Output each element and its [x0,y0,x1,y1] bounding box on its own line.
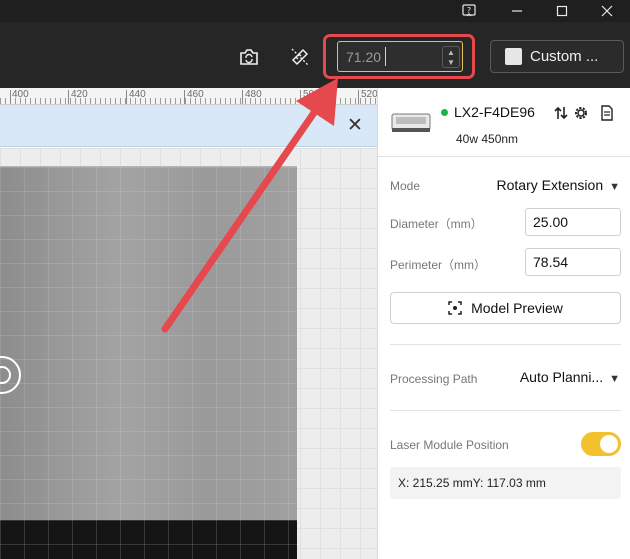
diameter-field[interactable] [525,208,621,236]
custom-material-button[interactable]: Custom ... [490,40,624,73]
laser-position-toggle[interactable] [581,432,621,456]
diameter-label: Diameter（mm） [390,217,483,231]
x-position: X: 215.25 mm [398,476,473,490]
ruler-major-tick [10,90,11,104]
ruler-major-tick [358,90,359,104]
chevron-down-icon: ▼ [609,181,620,193]
number-input[interactable]: ▲ ▼ [337,41,463,72]
processing-path-value: Auto Planni... [519,369,604,385]
material-swatch-icon [505,48,522,65]
document-icon[interactable] [598,104,616,122]
ruler-major-tick [68,90,69,104]
processing-path-label: Processing Path [390,372,478,386]
device-spec: 40w 450nm [456,132,519,146]
ruler-major-tick [300,90,301,104]
preview-frame-icon [448,301,462,315]
custom-material-label: Custom ... [530,48,599,65]
model-preview-button[interactable]: Model Preview [390,292,621,324]
gear-icon[interactable] [572,104,590,122]
close-icon[interactable] [584,0,630,22]
divider [378,156,630,157]
laser-position-label: Laser Module Position [390,438,509,452]
swap-device-icon[interactable] [552,104,570,122]
measure-icon[interactable] [288,45,312,69]
device-status-dot [441,109,448,116]
camera-preview-image [0,166,297,559]
svg-text:?: ? [467,6,471,15]
target-inner-ring [0,366,11,384]
ruler-ticks [0,98,377,104]
camera-refresh-icon[interactable] [237,45,261,69]
divider [390,344,621,345]
mode-value: Rotary Extension [496,177,604,193]
ruler-major-tick [242,90,243,104]
ruler-major-tick [126,90,127,104]
title-bar: ? [0,0,630,22]
number-spinner[interactable]: ▲ ▼ [442,46,460,68]
model-preview-label: Model Preview [471,300,563,316]
work-canvas[interactable] [0,148,377,559]
mode-label: Mode [390,179,421,193]
chevron-down-icon: ▼ [609,373,620,385]
perimeter-field[interactable] [525,248,621,276]
camera-dark-region [0,520,297,559]
mode-select[interactable]: Rotary Extension ▼ [488,177,622,197]
laser-position-readout: X: 215.25 mm Y: 117.03 mm [390,467,621,499]
perimeter-input[interactable] [526,249,620,275]
horizontal-ruler: 400 420 440 460 480 500 520 [0,88,377,105]
chevron-up-icon[interactable]: ▲ [443,47,459,57]
target-marker-icon[interactable] [0,356,21,394]
minimize-icon[interactable] [494,0,540,22]
chevron-down-icon[interactable]: ▼ [443,57,459,67]
maximize-icon[interactable] [539,0,585,22]
processing-path-select[interactable]: Auto Planni... ▼ [498,369,622,389]
perimeter-label: Perimeter（mm） [390,258,487,272]
laser-device-icon [390,110,432,136]
y-position: Y: 117.03 mm [472,476,546,490]
device-name: LX2-F4DE96 [454,104,535,120]
notification-banner [0,105,377,147]
divider [390,410,621,411]
banner-close-icon[interactable]: ✕ [345,113,365,137]
ruler-major-tick [184,90,185,104]
device-panel: LX2-F4DE96 40w 450nm Mode Rotary Extensi… [377,88,630,559]
number-field[interactable] [338,42,438,71]
diameter-input[interactable] [526,209,620,235]
help-icon[interactable]: ? [446,0,492,22]
text-cursor [385,47,386,66]
toolbar: ▲ ▼ Custom ... [0,22,630,88]
toggle-knob [600,435,618,453]
